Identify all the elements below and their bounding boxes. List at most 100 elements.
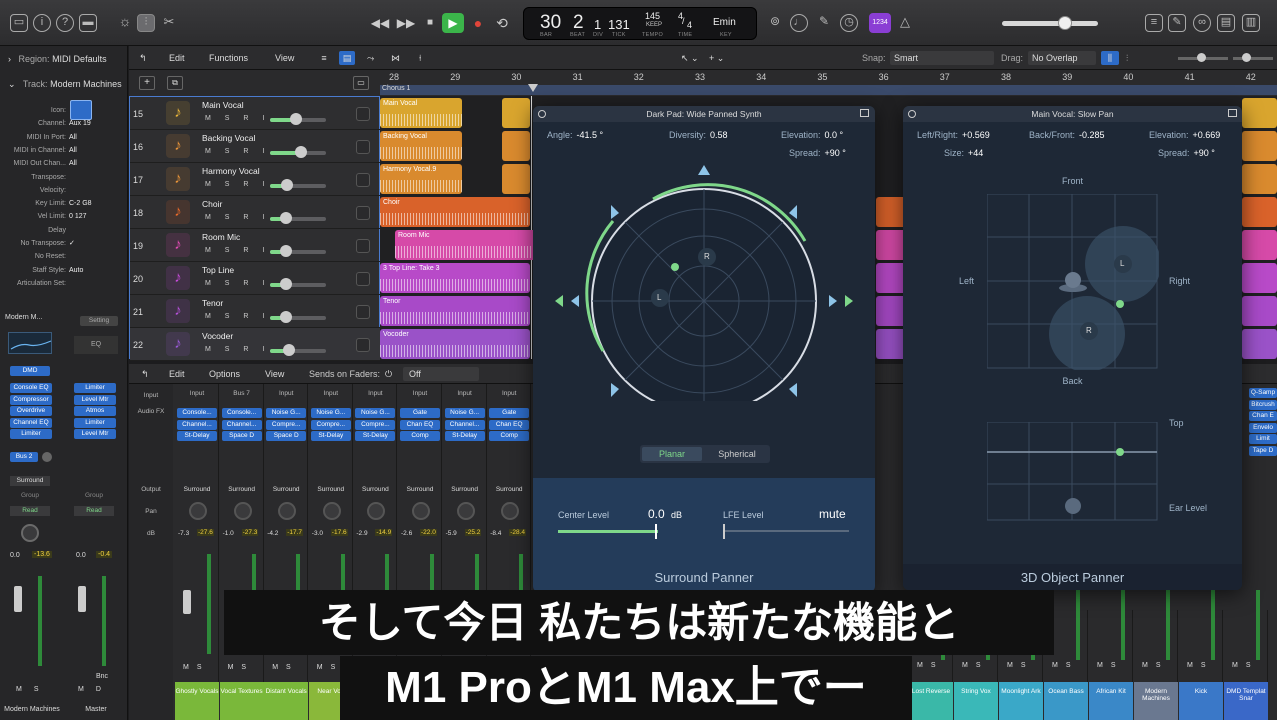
track-header[interactable]: 19 ♪ Room Mic M S R I bbox=[130, 229, 380, 262]
inspector-row-value[interactable]: All bbox=[69, 131, 77, 144]
track-volume-slider[interactable] bbox=[270, 250, 326, 254]
tab-planar[interactable]: Planar bbox=[642, 447, 702, 461]
lfe-level-handle[interactable] bbox=[723, 524, 725, 539]
audio-region-continued[interactable] bbox=[502, 164, 530, 194]
inspector-row-value[interactable]: Aux 19 bbox=[69, 117, 91, 130]
eq-slot[interactable]: EQ bbox=[74, 336, 118, 354]
plugin-slot[interactable]: Limiter bbox=[10, 429, 52, 439]
edit-menu[interactable]: Edit bbox=[169, 51, 185, 65]
add-track-button[interactable]: + bbox=[139, 76, 155, 90]
strip-mute-solo[interactable]: MS bbox=[1052, 662, 1079, 669]
strip-name[interactable]: String Vox bbox=[954, 682, 998, 720]
track-instrument-icon[interactable]: ♪ bbox=[166, 332, 190, 356]
inspector-row-value[interactable]: C-2 G8 bbox=[69, 197, 92, 210]
strip-output[interactable]: Surround bbox=[398, 486, 442, 493]
object-pan-field[interactable] bbox=[987, 194, 1159, 370]
plugin-slot[interactable]: Overdrive bbox=[10, 406, 52, 416]
strip-pan-knob[interactable] bbox=[189, 502, 207, 520]
mixer-options-menu[interactable]: Options bbox=[209, 367, 240, 381]
sends-select[interactable]: Off bbox=[403, 367, 479, 381]
lr-value[interactable]: +0.569 bbox=[962, 130, 990, 140]
mixer-icon[interactable]: ⫶ bbox=[137, 14, 155, 32]
strip-input[interactable]: Input bbox=[175, 390, 219, 397]
audio-region[interactable]: Tenor bbox=[380, 296, 530, 326]
strip-mute-solo[interactable]: MS bbox=[1232, 662, 1259, 669]
plugin-slot[interactable]: Atmos bbox=[74, 406, 116, 416]
automation-read-2[interactable]: Read bbox=[74, 506, 114, 516]
strip-output[interactable]: Surround bbox=[353, 486, 397, 493]
audio-region-right[interactable] bbox=[1242, 164, 1277, 194]
replace-icon[interactable]: ⊚ bbox=[766, 14, 784, 32]
fx-slot[interactable]: Channel... bbox=[444, 419, 485, 430]
inspector-row[interactable]: Vel Limit: 0 127 bbox=[0, 210, 128, 223]
inspector-row[interactable]: No Transpose: ✓ bbox=[0, 237, 128, 250]
editors-icon[interactable]: ✂ bbox=[160, 14, 178, 32]
strip-output[interactable]: Surround bbox=[309, 486, 353, 493]
fx-slot[interactable]: Space D bbox=[221, 431, 262, 441]
track-header[interactable]: 16 ♪ Backing Vocal M S R I bbox=[130, 130, 380, 163]
spread-value[interactable]: +90 ° bbox=[825, 148, 846, 158]
strip-pan-knob[interactable] bbox=[501, 502, 520, 520]
strip-mute-solo[interactable]: MS bbox=[1187, 662, 1214, 669]
duplicate-track-button[interactable]: ⧉ bbox=[167, 76, 183, 90]
list-view-icon[interactable]: ≡ bbox=[317, 51, 331, 65]
track-pan-knob[interactable] bbox=[356, 239, 370, 253]
audio-region-right[interactable] bbox=[1242, 296, 1277, 326]
forward-button[interactable]: ▶▶ bbox=[396, 13, 416, 33]
object-puck[interactable] bbox=[1116, 300, 1124, 308]
fx-slot[interactable]: Noise G... bbox=[355, 408, 396, 418]
solo-icon[interactable]: ✎ bbox=[815, 14, 833, 32]
zoom-icon[interactable]: ⫶ bbox=[1126, 51, 1128, 65]
object-link-icon[interactable] bbox=[1228, 109, 1237, 117]
strip-mute-solo[interactable]: MS bbox=[272, 664, 299, 671]
fx-slot[interactable]: St-Delay bbox=[444, 431, 485, 441]
track-header[interactable]: 17 ♪ Harmony Vocal M S R I bbox=[130, 163, 380, 196]
audio-region-right[interactable] bbox=[1242, 329, 1277, 359]
audio-region-right[interactable] bbox=[1242, 98, 1277, 128]
inspector-row-value[interactable]: 0 127 bbox=[69, 210, 87, 223]
track-name[interactable]: Choir bbox=[202, 199, 222, 209]
track-header[interactable]: 21 ♪ Tenor M S R I bbox=[130, 295, 380, 328]
plugin-slot[interactable]: Channel EQ bbox=[10, 417, 52, 428]
strip-input[interactable]: Input bbox=[264, 390, 308, 397]
track-pan-knob[interactable] bbox=[356, 107, 370, 121]
bf-value[interactable]: -0.285 bbox=[1079, 130, 1105, 140]
inspector-row[interactable]: MIDI in Channel: All bbox=[0, 144, 128, 157]
loop-browser-icon[interactable]: ∞ bbox=[1193, 14, 1211, 32]
play-button[interactable]: ▶ bbox=[442, 13, 464, 33]
inspector-row-value[interactable]: All bbox=[69, 157, 77, 170]
strip-output[interactable]: Surround bbox=[220, 486, 264, 493]
zoom-slider-2-knob[interactable] bbox=[1242, 53, 1251, 62]
audio-region-right[interactable] bbox=[1242, 230, 1277, 260]
track-volume-knob[interactable] bbox=[279, 245, 292, 257]
track-pan-knob[interactable] bbox=[356, 272, 370, 286]
mixer-edit-menu[interactable]: Edit bbox=[169, 367, 185, 381]
angle-value[interactable]: -41.5 ° bbox=[577, 130, 604, 140]
strip-mute-solo[interactable]: MS bbox=[1142, 662, 1169, 669]
track-volume-slider[interactable] bbox=[270, 283, 326, 287]
help-icon[interactable]: ? bbox=[56, 14, 74, 32]
strip-mute-solo[interactable]: MS bbox=[1097, 662, 1124, 669]
playhead-icon[interactable] bbox=[528, 84, 538, 92]
track-instrument-icon[interactable]: ♪ bbox=[166, 266, 190, 290]
toolbar-icon[interactable]: ▬ bbox=[79, 14, 97, 32]
track-name[interactable]: Backing Vocal bbox=[202, 133, 255, 143]
bounce-button[interactable]: Bnc bbox=[96, 673, 108, 680]
fx-slot[interactable]: Compre... bbox=[355, 419, 396, 430]
audio-region[interactable]: Backing Vocal bbox=[380, 131, 462, 161]
track-name[interactable]: Room Mic bbox=[202, 232, 240, 242]
track-msri-buttons[interactable]: M S R I bbox=[205, 313, 270, 320]
track-instrument-icon[interactable]: ♪ bbox=[166, 299, 190, 323]
setting-button[interactable]: Setting bbox=[80, 316, 118, 326]
tuner-icon[interactable]: ♩ bbox=[790, 14, 808, 32]
catch-icon[interactable]: ⍿ bbox=[419, 51, 421, 65]
notepad-icon[interactable]: ✎ bbox=[1168, 14, 1186, 32]
center-level-handle[interactable] bbox=[655, 524, 657, 539]
audio-region-right[interactable] bbox=[1242, 131, 1277, 161]
plugin-slot[interactable]: Limiter bbox=[74, 417, 116, 428]
region-header[interactable]: › Region: MIDI Defaults bbox=[0, 48, 128, 70]
object-spread-value[interactable]: +90 ° bbox=[1194, 148, 1215, 158]
drag-select[interactable]: No Overlap bbox=[1028, 51, 1096, 65]
strip-mute-solo[interactable]: MS bbox=[228, 664, 255, 671]
strip-mute-solo[interactable]: MS bbox=[917, 662, 944, 669]
